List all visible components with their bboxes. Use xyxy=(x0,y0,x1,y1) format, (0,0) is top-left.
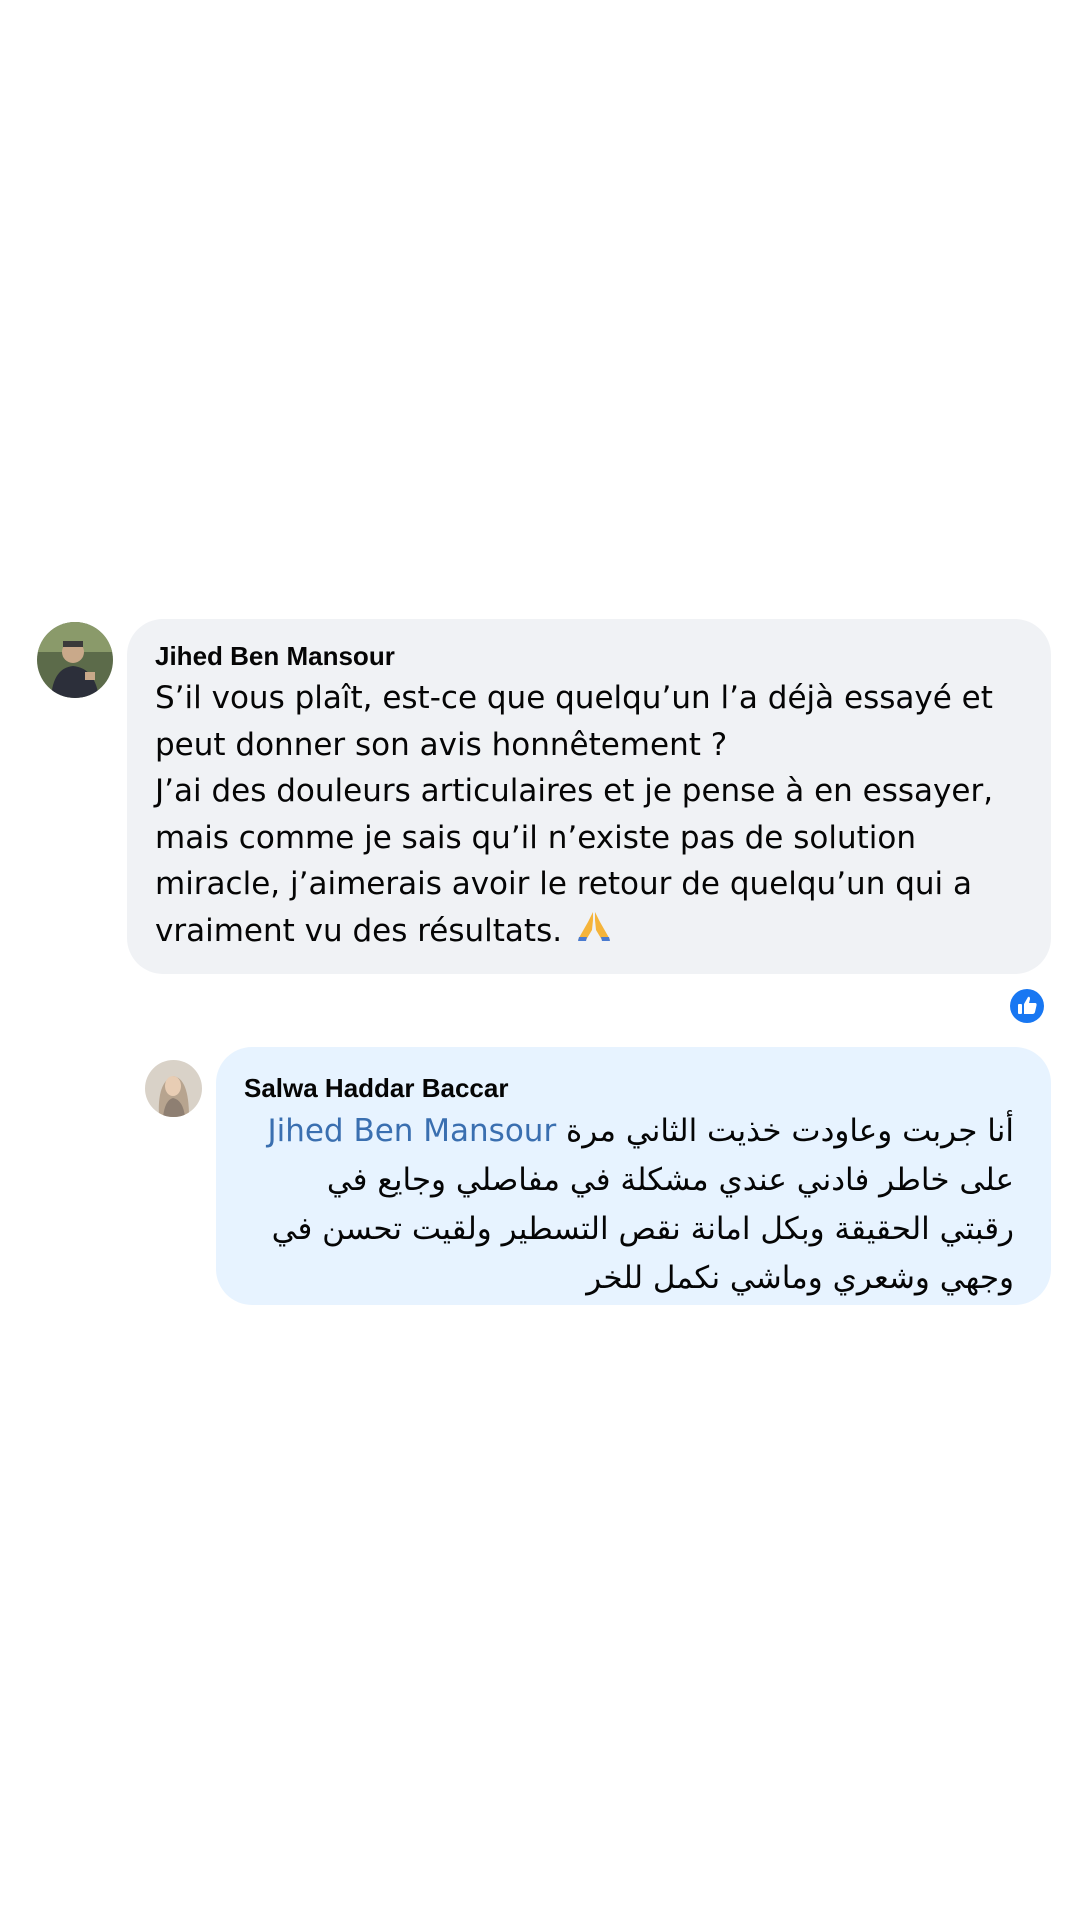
like-reaction-icon[interactable] xyxy=(1006,985,1048,1027)
reply-avatar[interactable] xyxy=(145,1060,202,1117)
avatar[interactable] xyxy=(37,622,113,698)
comment-author[interactable]: Jihed Ben Mansour xyxy=(155,639,1023,673)
comment-thread: Jihed Ben Mansour S’il vous plaît, est-c… xyxy=(0,0,1080,1920)
reply-text: Jihed Ben Mansour أنا جربت وعاودت خذيت ا… xyxy=(244,1107,1014,1303)
mention-link[interactable]: Jihed Ben Mansour xyxy=(267,1113,556,1149)
comment-text: S’il vous plaît, est-ce que quelqu’un l’… xyxy=(155,675,1023,955)
reply-author[interactable]: Salwa Haddar Baccar xyxy=(244,1071,1023,1105)
profile-photo xyxy=(145,1060,202,1117)
comment-text-content: S’il vous plaît, est-ce que quelqu’un l’… xyxy=(155,680,994,949)
comment-bubble: Jihed Ben Mansour S’il vous plaît, est-c… xyxy=(127,619,1051,974)
profile-photo xyxy=(37,622,113,698)
folded-hands-emoji xyxy=(576,909,612,956)
reply-bubble: Salwa Haddar Baccar Jihed Ben Mansour أن… xyxy=(216,1047,1051,1305)
